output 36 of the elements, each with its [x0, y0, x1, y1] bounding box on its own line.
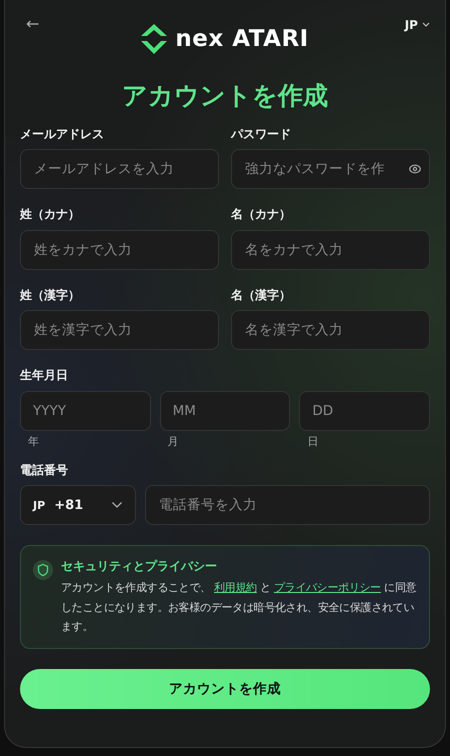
input-field[interactable]: 名を漢字で入力: [231, 310, 430, 350]
link[interactable]: プライバシーポリシー: [274, 581, 381, 594]
create-account-button[interactable]: アカウントを作成: [20, 669, 430, 710]
caret-icon: [422, 22, 430, 28]
date-field[interactable]: YYYY: [20, 390, 151, 431]
input-field[interactable]: 姓を漢字で入力: [20, 310, 219, 350]
field-label: パスワード: [231, 126, 292, 142]
input-field[interactable]: 名をカナで入力: [231, 230, 430, 270]
country-code-selector[interactable]: JP +81: [20, 485, 136, 526]
logo-icon: [141, 24, 168, 54]
link[interactable]: 利用規約: [214, 581, 257, 594]
date-caption: 月: [168, 434, 180, 449]
field-label: 名（カナ）: [231, 207, 292, 223]
phone-field[interactable]: 電話番号を入力: [145, 485, 430, 526]
date-field[interactable]: DD: [299, 390, 430, 431]
field-label: メールアドレス: [20, 126, 105, 142]
field-label: 電話番号: [20, 462, 69, 478]
input-field[interactable]: 姓をカナで入力: [20, 230, 219, 270]
notice-text: アカウントを作成することで、 利用規約 と プライバシーポリシー に同意したことになります。お客様のデータは暗号化され、安全に保護されています。: [61, 580, 418, 635]
field-label: 姓（漢字）: [20, 288, 81, 304]
page-title: アカウントを作成: [121, 80, 329, 112]
date-caption: 年: [28, 434, 40, 449]
caret-icon: [111, 501, 123, 510]
input-field[interactable]: メールアドレスを入力: [20, 149, 219, 190]
field-label: 姓（カナ）: [20, 207, 81, 223]
back-button[interactable]: ←: [20, 10, 46, 37]
date-caption: 日: [307, 434, 320, 449]
field-label: 名（漢字）: [231, 288, 292, 304]
password-field[interactable]: 強力なパスワードを作: [231, 149, 430, 190]
date-field[interactable]: MM: [160, 390, 290, 431]
language-selector[interactable]: JP: [404, 10, 430, 32]
field-label: 生年月日: [20, 368, 69, 384]
eye-icon[interactable]: [409, 164, 421, 174]
logo-text: nex ATARI: [175, 26, 309, 52]
notice-title: セキュリティとプライバシー: [61, 558, 218, 576]
shield-icon: [33, 560, 53, 580]
